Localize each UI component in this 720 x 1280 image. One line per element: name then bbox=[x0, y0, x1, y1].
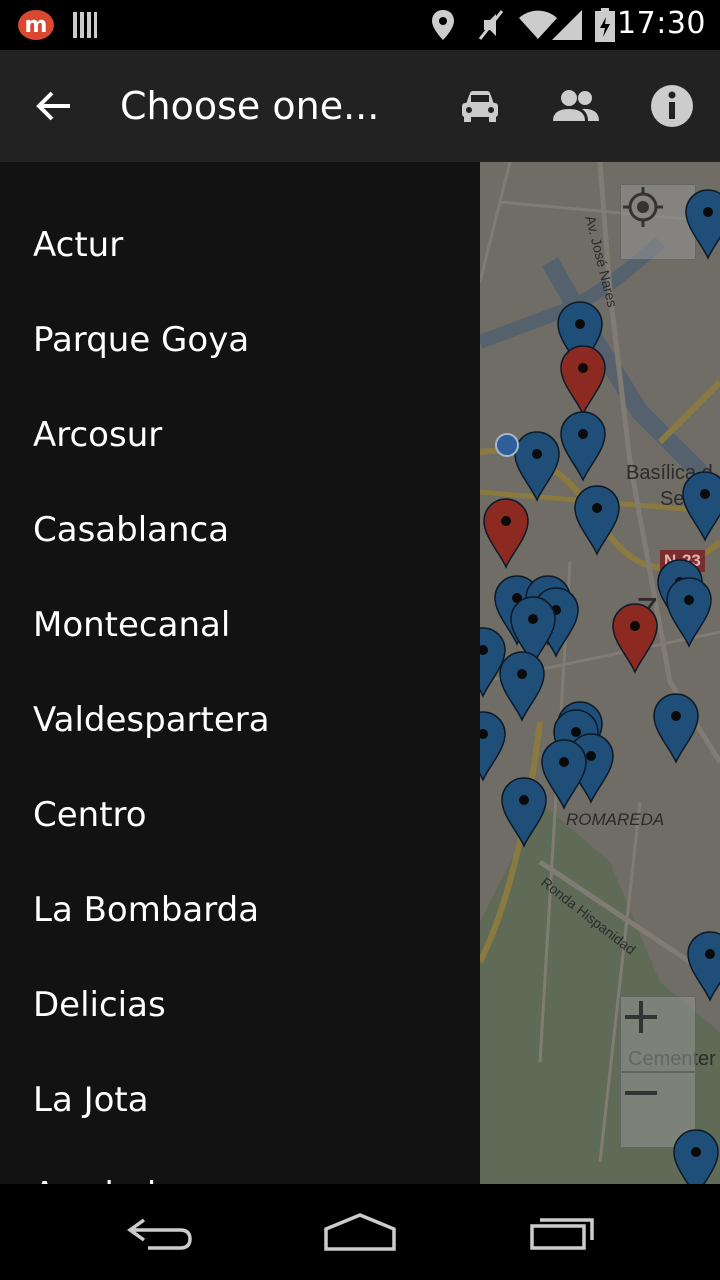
mute-icon bbox=[474, 0, 508, 50]
zoom-out-button[interactable] bbox=[620, 1072, 696, 1148]
zoom-out-icon bbox=[625, 1091, 657, 1095]
navigation-drawer: Actur Parque Goya Arcosur Casablanca Mon… bbox=[0, 162, 480, 1184]
drawer-item-valdespartera[interactable]: Valdespartera bbox=[0, 672, 480, 767]
arrow-left-icon[interactable] bbox=[26, 78, 82, 134]
barcode-icon bbox=[70, 0, 100, 50]
page-title: Choose one... bbox=[120, 84, 380, 128]
drawer-item-la-jota[interactable]: La Jota bbox=[0, 1052, 480, 1147]
drawer-item-la-bombarda[interactable]: La Bombarda bbox=[0, 862, 480, 957]
status-time: 17:30 bbox=[617, 6, 706, 41]
map-label-district: ROMAREDA bbox=[566, 810, 665, 829]
app-notification-icon: m bbox=[16, 0, 56, 50]
map-label-basilica-2: Señ bbox=[660, 488, 696, 510]
drawer-item-casablanca[interactable]: Casablanca bbox=[0, 482, 480, 577]
drawer-item-centro[interactable]: Centro bbox=[0, 767, 480, 862]
drawer-item-delicias[interactable]: Delicias bbox=[0, 957, 480, 1052]
home-icon[interactable] bbox=[310, 1202, 410, 1262]
map-label-city: Z bbox=[636, 590, 658, 631]
car-icon[interactable] bbox=[452, 78, 508, 134]
drawer-item-arrabal[interactable]: Arrabal bbox=[0, 1147, 480, 1185]
map-label-basilica: Basílica d bbox=[626, 462, 713, 484]
people-icon[interactable] bbox=[548, 78, 604, 134]
location-icon bbox=[428, 0, 458, 50]
drawer-item-actur[interactable]: Actur bbox=[0, 197, 480, 292]
map-road-badge: N-23 bbox=[660, 550, 705, 572]
recents-icon[interactable] bbox=[512, 1202, 612, 1262]
drawer-item-arcosur[interactable]: Arcosur bbox=[0, 387, 480, 482]
my-location-button[interactable] bbox=[620, 184, 696, 260]
system-nav-bar bbox=[0, 1184, 720, 1280]
back-icon[interactable] bbox=[110, 1202, 210, 1262]
drawer-item-parque-goya[interactable]: Parque Goya bbox=[0, 292, 480, 387]
zoom-in-button[interactable] bbox=[620, 996, 696, 1072]
svg-text:m: m bbox=[25, 13, 48, 38]
drawer-item-montecanal[interactable]: Montecanal bbox=[0, 577, 480, 672]
zoom-in-icon bbox=[625, 1001, 657, 1033]
app-bar: Choose one... bbox=[0, 50, 720, 162]
signal-icon bbox=[548, 0, 586, 50]
status-bar: m 17:30 bbox=[0, 0, 720, 50]
battery-icon bbox=[592, 0, 618, 50]
my-location-icon bbox=[623, 187, 663, 227]
map-view[interactable]: Av. José Nares Basílica d Señ N-23 Z ROM… bbox=[480, 162, 720, 1184]
info-icon[interactable] bbox=[644, 78, 700, 134]
